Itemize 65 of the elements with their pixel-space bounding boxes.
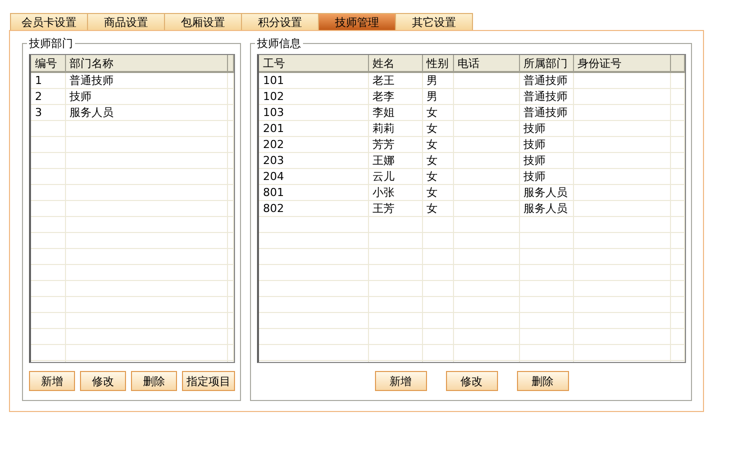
- table-cell: 男: [422, 72, 453, 88]
- action-button[interactable]: 修改: [80, 371, 126, 391]
- column-header[interactable]: 部门名称: [65, 55, 227, 72]
- table-cell: 芳芳: [368, 136, 422, 152]
- table-cell: 103: [259, 104, 368, 120]
- table-cell: 王芳: [368, 200, 422, 216]
- table-cell: 女: [422, 168, 453, 184]
- group-title: 技师部门: [27, 36, 75, 51]
- action-button[interactable]: 删除: [516, 371, 568, 391]
- table-cell: 102: [259, 88, 368, 104]
- tab[interactable]: 商品设置: [87, 13, 165, 30]
- tab[interactable]: 其它设置: [395, 13, 473, 30]
- group-title: 技师信息: [255, 36, 303, 51]
- column-header[interactable]: 工号: [259, 55, 368, 72]
- action-button[interactable]: 指定项目: [182, 371, 235, 391]
- table-cell: 女: [422, 152, 453, 168]
- column-header[interactable]: 姓名: [368, 55, 422, 72]
- table-cell: 普通技师: [519, 72, 573, 88]
- action-button[interactable]: 修改: [446, 371, 498, 391]
- action-button[interactable]: 新增: [29, 371, 76, 391]
- column-header[interactable]: 编号: [31, 55, 65, 72]
- table-cell: 男: [422, 88, 453, 104]
- column-header[interactable]: 电话: [453, 55, 519, 72]
- table-cell: 202: [259, 136, 368, 152]
- table-cell: 服务人员: [65, 104, 227, 120]
- table-cell: 李姐: [368, 104, 422, 120]
- table-cell: 技师: [519, 136, 573, 152]
- tab[interactable]: 会员卡设置: [10, 13, 88, 30]
- table-cell: 女: [422, 200, 453, 216]
- table-cell: 801: [259, 184, 368, 200]
- table-cell: 技师: [519, 152, 573, 168]
- table-cell: 王娜: [368, 152, 422, 168]
- table-cell: 204: [259, 168, 368, 184]
- table-cell: 203: [259, 152, 368, 168]
- table-cell: 802: [259, 200, 368, 216]
- table-cell: 普通技师: [519, 104, 573, 120]
- table-cell: 技师: [65, 88, 227, 104]
- table-cell: 小张: [368, 184, 422, 200]
- tab[interactable]: 包厢设置: [164, 13, 242, 30]
- table-cell: 女: [422, 120, 453, 136]
- table-cell: 服务人员: [519, 184, 573, 200]
- column-header[interactable]: 性别: [422, 55, 453, 72]
- table-cell: 女: [422, 136, 453, 152]
- table-cell: 云儿: [368, 168, 422, 184]
- table-cell: 服务人员: [519, 200, 573, 216]
- column-header[interactable]: 身份证号: [573, 55, 670, 72]
- table-cell: 201: [259, 120, 368, 136]
- table-cell: 技师: [519, 120, 573, 136]
- table-cell: 1: [31, 72, 65, 88]
- tab[interactable]: 技师管理: [318, 13, 396, 30]
- table-cell: 女: [422, 104, 453, 120]
- tab[interactable]: 积分设置: [241, 13, 319, 30]
- table-cell: 女: [422, 184, 453, 200]
- table-cell: 普通技师: [519, 88, 573, 104]
- action-button[interactable]: 删除: [131, 371, 178, 391]
- table-cell: 老王: [368, 72, 422, 88]
- table-cell: 3: [31, 104, 65, 120]
- action-button[interactable]: 新增: [374, 371, 426, 391]
- table-cell: 技师: [519, 168, 573, 184]
- column-header[interactable]: 所属部门: [519, 55, 573, 72]
- table-cell: 莉莉: [368, 120, 422, 136]
- table-cell: 普通技师: [65, 72, 227, 88]
- table-cell: 101: [259, 72, 368, 88]
- table-cell: 2: [31, 88, 65, 104]
- table-cell: 老李: [368, 88, 422, 104]
